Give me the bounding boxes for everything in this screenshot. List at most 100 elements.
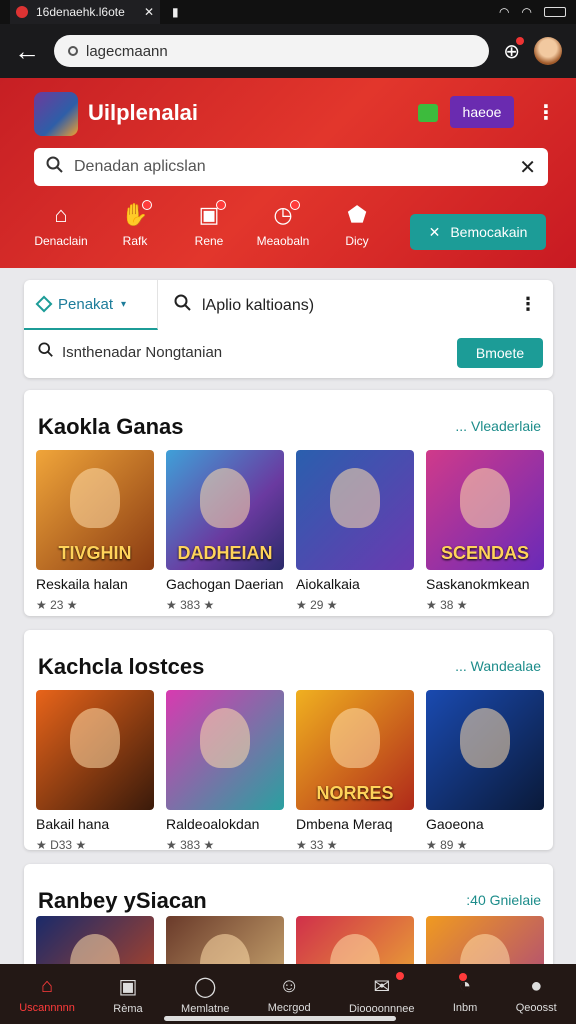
- bottom-nav-item-2[interactable]: ◯ Memlatne: [181, 974, 229, 1015]
- see-more-link[interactable]: :40 Gnielaie: [466, 892, 541, 908]
- app-card[interactable]: Gaoeona ★ 89 ★: [426, 690, 544, 850]
- nav-item-3[interactable]: ◷ Meaobaln: [246, 200, 320, 248]
- bottom-nav-item-5[interactable]: ◔ Inbm: [452, 972, 478, 1014]
- character-art: [200, 468, 250, 528]
- app-thumbnail: [36, 690, 154, 810]
- app-card[interactable]: Bakail hana ★ D33 ★: [36, 690, 154, 850]
- app-name: Aiokalkaia: [296, 576, 360, 592]
- avatar[interactable]: [534, 37, 562, 65]
- bottom-nav-item-6[interactable]: ● Qeoosst: [516, 975, 557, 1014]
- bottom-nav-item-3[interactable]: ☺ Mecrgod: [268, 975, 311, 1014]
- category-dropdown[interactable]: Penakat ▾: [24, 280, 158, 330]
- section-3: Ranbey ySiacan :40 Gnielaie HENKZOEAICAS: [24, 864, 553, 974]
- close-icon[interactable]: ✕: [144, 5, 154, 19]
- badge-dot: [459, 972, 468, 981]
- more-menu-icon[interactable]: ⋮: [536, 100, 556, 125]
- home-icon: ⌂: [54, 202, 68, 227]
- nav-item-1[interactable]: ✋ Rafk: [98, 200, 172, 248]
- character-art: [330, 468, 380, 528]
- badge-dot: [290, 200, 300, 210]
- app-thumbnail: [296, 450, 414, 570]
- browser-toolbar: ← lagecmaann ⊕: [0, 24, 576, 78]
- app-rating: ★ 89 ★: [426, 838, 468, 850]
- app-thumbnail: DADHEIAN: [166, 450, 284, 570]
- see-more-link[interactable]: ... Vleaderlaie: [455, 418, 541, 434]
- app-row: Bakail hana ★ D33 ★ Raldeoalokdan ★ 383 ★ NO…: [36, 690, 553, 850]
- app-name: Bakail hana: [36, 816, 110, 832]
- bottom-nav-item-0[interactable]: ⌂ Uscannnnn: [19, 975, 75, 1014]
- chat-icon: ◯: [194, 975, 217, 998]
- app-thumbnail: [426, 690, 544, 810]
- nav-item-label: Meaobaln: [256, 234, 310, 248]
- new-tab-icon[interactable]: ▮: [172, 5, 179, 19]
- mail-icon: ✉: [373, 975, 391, 998]
- app-name: Reskaila halan: [36, 576, 128, 592]
- app-rating: ★ 38 ★: [426, 598, 468, 612]
- app-card[interactable]: Raldeoalokdan ★ 383 ★: [166, 690, 284, 850]
- lens-icon[interactable]: ⊕: [503, 36, 524, 64]
- app-thumbnail: [166, 690, 284, 810]
- more-menu-icon[interactable]: ⋮: [519, 294, 537, 315]
- bottom-nav-label: Mecrgod: [267, 1001, 311, 1014]
- app-name: Gaoeona: [426, 816, 484, 832]
- character-art: [460, 708, 510, 768]
- bottom-nav-label: Rèma: [113, 1002, 143, 1015]
- section-title: Kachcla lostces: [38, 654, 205, 679]
- section-1: Kaokla Ganas ... Vleaderlaie TIVGHIN Resk…: [24, 390, 553, 616]
- app-rating: ★ 383 ★: [166, 838, 215, 850]
- primary-action-button[interactable]: ✕ Bemocakain: [410, 214, 546, 250]
- app-card[interactable]: TIVGHIN Reskaila halan ★ 23 ★: [36, 450, 154, 612]
- home-indicator: [164, 1016, 396, 1021]
- app-rating: ★ D33 ★: [36, 838, 87, 850]
- chat-icon[interactable]: [418, 104, 438, 122]
- app-thumbnail: NORRES: [296, 690, 414, 810]
- search-icon: [38, 342, 54, 362]
- url-bar[interactable]: lagecmaann: [54, 35, 490, 67]
- character-art: [330, 708, 380, 768]
- header-action-button[interactable]: haeoe: [450, 96, 514, 128]
- wifi-icon: ◠: [521, 5, 532, 19]
- app-header: Uilplenalai haeoe ⋮ Denadan aplicslan ✕ …: [0, 78, 576, 268]
- bottom-nav-label: Qeoosst: [515, 1001, 557, 1014]
- status-bar: 16denaehk.l6ote ✕ ▮ ◠ ◠: [0, 0, 576, 24]
- nav-item-2[interactable]: ▣ Rene: [172, 200, 246, 248]
- app-card[interactable]: NORRES Dmbena Meraq ★ 33 ★: [296, 690, 414, 850]
- nav-item-0[interactable]: ⌂ Denaclain: [24, 202, 98, 248]
- tab-title: 16denaehk.l6ote: [36, 5, 125, 19]
- media-icon: ▣: [118, 975, 138, 998]
- home-icon: ⌂: [40, 974, 54, 997]
- app-thumbnail: SCENDAS: [426, 450, 544, 570]
- app-card[interactable]: DADHEIAN Gachogan Daerian ★ 383 ★: [166, 450, 284, 612]
- primary-action-label: Bemocakain: [450, 224, 528, 240]
- back-arrow-icon[interactable]: ←: [14, 36, 40, 67]
- close-icon: ✕: [428, 223, 441, 240]
- secondary-search[interactable]: Isnthenadar Nongtanian: [38, 342, 222, 362]
- game-logo-text: SCENDAS: [440, 543, 529, 563]
- character-art: [200, 708, 250, 768]
- nav-item-label: Rene: [194, 234, 224, 248]
- clear-icon[interactable]: ✕: [519, 155, 536, 180]
- see-more-link[interactable]: ... Wandealae: [455, 658, 541, 674]
- chevron-down-icon: ▾: [121, 298, 127, 310]
- app-name: Raldeoalokdan: [166, 816, 260, 832]
- badge-dot: [396, 971, 405, 980]
- signal-icon: ◠: [499, 5, 510, 19]
- apply-button[interactable]: Bmoete: [457, 338, 543, 368]
- browser-tab[interactable]: 16denaehk.l6ote ✕: [10, 0, 160, 24]
- character-art: [460, 468, 510, 528]
- bottom-nav-item-4[interactable]: ✉ Dioooonnnee: [349, 971, 414, 1015]
- bottom-nav-item-1[interactable]: ▣ Rèma: [113, 974, 142, 1015]
- filter-query-text: lAplio kaltioans): [202, 296, 315, 314]
- filter-search-input[interactable]: lAplio kaltioans): [174, 294, 314, 317]
- page-info-icon: [68, 46, 78, 56]
- nav-item-label: Rafk: [122, 234, 148, 248]
- app-card[interactable]: Aiokalkaia ★ 29 ★: [296, 450, 414, 612]
- search-placeholder: Denadan aplicslan: [74, 158, 206, 175]
- bottom-nav-label: Inbm: [452, 1001, 478, 1014]
- app-name: Dmbena Meraq: [296, 816, 393, 832]
- app-card[interactable]: SCENDAS Saskanokmkean ★ 38 ★: [426, 450, 544, 612]
- nav-item-4[interactable]: ⬟ Dicy: [320, 202, 394, 248]
- app-rating: ★ 23 ★: [36, 598, 78, 612]
- search-bar[interactable]: Denadan aplicslan ✕: [34, 148, 548, 186]
- app-rating: ★ 383 ★: [166, 598, 215, 612]
